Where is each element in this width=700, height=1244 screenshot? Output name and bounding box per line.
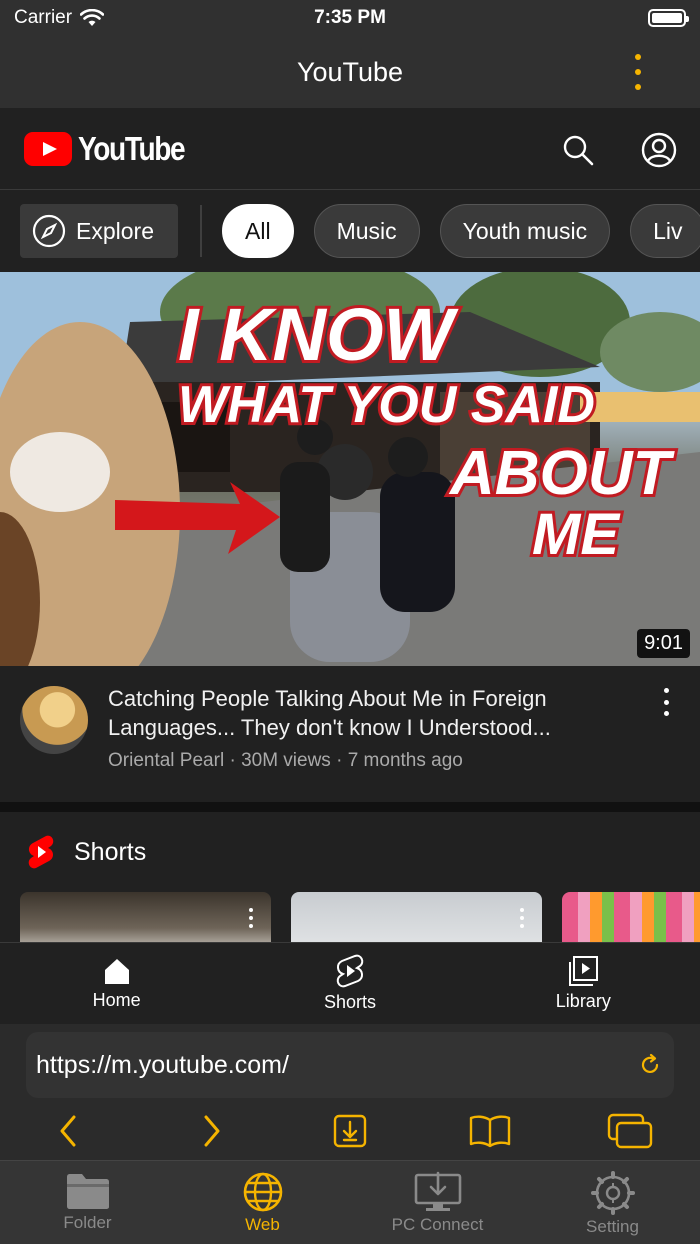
wifi-icon	[80, 9, 105, 26]
tab-folder-label: Folder	[63, 1213, 112, 1232]
tab-folder[interactable]: Folder	[0, 1161, 175, 1244]
shorts-icon	[336, 954, 364, 988]
account-icon[interactable]	[641, 132, 677, 168]
battery-icon	[648, 9, 689, 27]
home-icon	[104, 959, 129, 984]
channel-avatar[interactable]	[20, 686, 88, 754]
shorts-title: Shorts	[74, 837, 147, 866]
section-divider	[0, 802, 700, 812]
chip-all[interactable]: All	[222, 204, 294, 258]
youtube-nav-shorts-label: Shorts	[323, 992, 376, 1012]
chip-divider	[200, 205, 202, 257]
explore-label: Explore	[76, 217, 154, 244]
upload-age: 7 months ago	[347, 750, 463, 771]
web-view[interactable]: YouTube Explore All Music Youth music Li…	[0, 108, 700, 1024]
browser-controls	[0, 1106, 700, 1160]
folder-icon	[66, 1174, 109, 1209]
tab-setting[interactable]: Setting	[525, 1161, 700, 1244]
app-navigation-bar: YouTube	[0, 36, 700, 108]
youtube-nav-library[interactable]: Library	[467, 943, 700, 1024]
youtube-header: YouTube	[0, 108, 700, 190]
back-button[interactable]	[43, 1106, 93, 1156]
url-text[interactable]: https://m.youtube.com/	[36, 1051, 289, 1080]
chevron-right-icon	[204, 1115, 220, 1147]
video-duration-badge: 9:01	[637, 629, 690, 658]
book-icon	[469, 1115, 511, 1148]
tab-web-label: Web	[245, 1215, 280, 1234]
forward-button[interactable]	[187, 1106, 237, 1156]
more-options-icon[interactable]	[632, 54, 644, 90]
youtube-nav-home-label: Home	[92, 990, 141, 1010]
explore-button[interactable]: Explore	[20, 204, 178, 258]
chevron-left-icon	[60, 1115, 76, 1147]
video-options-icon[interactable]	[661, 688, 671, 716]
gear-icon	[590, 1171, 635, 1215]
filter-chips: Explore All Music Youth music Liv	[0, 190, 700, 272]
tabs-icon	[607, 1113, 653, 1149]
thumb-text-line2: WHAT YOU SAID	[178, 376, 595, 434]
video-title[interactable]: Catching People Talking About Me in Fore…	[108, 684, 608, 742]
chip-youth-music[interactable]: Youth music	[439, 204, 611, 258]
browser-toolbar: https://m.youtube.com/	[0, 1024, 700, 1160]
carrier-label: Carrier	[14, 7, 73, 28]
shorts-section-header: Shorts	[0, 812, 700, 892]
thumb-text-line3: ABOUT	[448, 439, 676, 508]
thumb-text-line1: I KNOW	[178, 293, 460, 376]
video-details[interactable]: Catching People Talking About Me in Fore…	[0, 666, 700, 802]
thumbnail-illustration: I KNOW WHAT YOU SAID ABOUT ME	[0, 272, 700, 666]
youtube-logo-text: YouTube	[78, 129, 186, 167]
youtube-nav-home[interactable]: Home	[0, 943, 233, 1024]
download-icon	[333, 1114, 367, 1148]
view-count: 30M views	[241, 750, 331, 771]
page-title: YouTube	[296, 56, 404, 87]
tab-pc-connect[interactable]: PC Connect	[350, 1161, 525, 1244]
youtube-logo[interactable]: YouTube	[24, 130, 203, 168]
globe-icon	[243, 1172, 282, 1212]
search-icon[interactable]	[560, 132, 596, 168]
tab-setting-label: Setting	[586, 1217, 639, 1236]
video-thumbnail[interactable]: I KNOW WHAT YOU SAID ABOUT ME 9:01	[0, 272, 700, 666]
tabs-button[interactable]	[605, 1106, 655, 1156]
library-icon	[569, 956, 599, 986]
url-field[interactable]: https://m.youtube.com/	[26, 1032, 674, 1098]
shorts-logo-icon	[28, 835, 54, 869]
download-button[interactable]	[325, 1106, 375, 1156]
youtube-bottom-nav: Home Shorts Library	[0, 942, 700, 1024]
short-options-icon[interactable]	[520, 908, 525, 928]
tab-pc-connect-label: PC Connect	[391, 1215, 484, 1234]
computer-download-icon	[414, 1171, 461, 1211]
tab-web[interactable]: Web	[175, 1161, 350, 1244]
chip-live[interactable]: Liv	[630, 204, 700, 258]
youtube-play-icon	[24, 131, 72, 166]
status-bar: Carrier 7:35 PM	[0, 0, 700, 36]
bookmarks-button[interactable]	[465, 1106, 515, 1156]
youtube-nav-library-label: Library	[555, 991, 611, 1011]
app-tab-bar: Folder Web PC Connect Setting	[0, 1160, 700, 1244]
reload-icon[interactable]	[638, 1053, 662, 1077]
status-time: 7:35 PM	[314, 7, 386, 28]
short-options-icon[interactable]	[249, 908, 254, 928]
chip-music[interactable]: Music	[313, 204, 420, 258]
youtube-nav-shorts[interactable]: Shorts	[233, 943, 466, 1024]
thumb-text-line4: ME	[532, 502, 621, 567]
channel-name[interactable]: Oriental Pearl	[108, 750, 224, 771]
compass-icon	[32, 214, 66, 248]
video-meta: Oriental Pearl · 30M views · 7 months ag…	[108, 750, 463, 771]
